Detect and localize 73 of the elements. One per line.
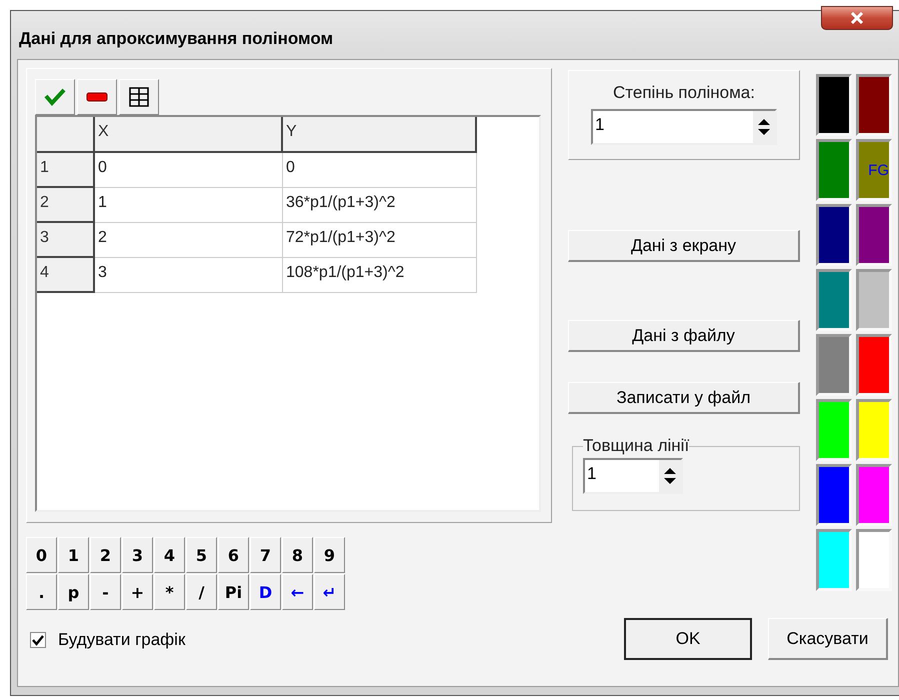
table-cell[interactable]: 3 bbox=[95, 258, 283, 293]
color-swatch[interactable] bbox=[816, 74, 852, 136]
table-cell[interactable]: 0 bbox=[283, 153, 477, 188]
color-swatch[interactable] bbox=[856, 464, 892, 526]
close-icon bbox=[850, 12, 864, 24]
degree-spinbox[interactable]: 1 bbox=[591, 109, 777, 145]
row-header[interactable]: 1 bbox=[37, 153, 95, 188]
keypad-key[interactable]: 0 bbox=[26, 537, 57, 573]
table-cell[interactable]: 108*p1/(p1+3)^2 bbox=[283, 258, 477, 293]
keypad-key[interactable]: 1 bbox=[58, 537, 89, 573]
keypad-key[interactable]: 7 bbox=[250, 537, 281, 573]
column-header[interactable]: Y bbox=[283, 117, 477, 153]
keypad-key[interactable]: * bbox=[154, 574, 185, 610]
window-title: Дані для апроксимування поліномом bbox=[19, 29, 334, 49]
dialog-button[interactable]: OK bbox=[624, 618, 752, 660]
color-swatch[interactable] bbox=[856, 204, 892, 266]
row-header[interactable]: 4 bbox=[37, 258, 95, 293]
table-cell[interactable]: 2 bbox=[95, 223, 283, 258]
keypad-key[interactable]: D bbox=[250, 574, 281, 610]
action-button[interactable]: Дані з екрану bbox=[568, 230, 800, 262]
table-icon bbox=[129, 87, 149, 107]
color-swatch[interactable] bbox=[856, 529, 892, 591]
keypad-key[interactable]: 2 bbox=[90, 537, 121, 573]
spin-arrows-icon[interactable] bbox=[659, 460, 681, 492]
action-button[interactable]: Дані з файлу bbox=[568, 320, 800, 352]
degree-label: Степінь полінома: bbox=[613, 83, 755, 103]
minus-icon bbox=[86, 92, 108, 102]
line-width-label: Товщина лінії bbox=[583, 436, 690, 456]
action-button[interactable]: Записати у файл bbox=[568, 382, 800, 414]
close-button[interactable] bbox=[821, 6, 893, 30]
color-swatch[interactable] bbox=[856, 269, 892, 331]
checkbox[interactable] bbox=[30, 632, 46, 648]
keypad-key[interactable]: 9 bbox=[314, 537, 345, 573]
color-swatch[interactable] bbox=[816, 204, 852, 266]
keypad-key[interactable]: 4 bbox=[154, 537, 185, 573]
color-swatch[interactable] bbox=[856, 399, 892, 461]
checkbox-label: Будувати графік bbox=[58, 630, 186, 650]
row-header[interactable]: 3 bbox=[37, 223, 95, 258]
color-swatch[interactable] bbox=[816, 139, 852, 201]
color-swatch[interactable] bbox=[816, 464, 852, 526]
table-cell[interactable]: 0 bbox=[95, 153, 283, 188]
corner-header bbox=[37, 117, 95, 153]
dialog-button[interactable]: Скасувати bbox=[768, 618, 888, 660]
table-cell[interactable]: 1 bbox=[95, 188, 283, 223]
color-swatch[interactable] bbox=[816, 399, 852, 461]
color-swatch[interactable] bbox=[816, 334, 852, 396]
keypad-key[interactable]: 6 bbox=[218, 537, 249, 573]
spin-arrows-icon[interactable] bbox=[753, 111, 775, 143]
keypad-key[interactable]: . bbox=[26, 574, 57, 610]
keypad-key[interactable]: 3 bbox=[122, 537, 153, 573]
keypad-key[interactable]: ← bbox=[282, 574, 313, 610]
table-cell[interactable]: 36*p1/(p1+3)^2 bbox=[283, 188, 477, 223]
keypad-key[interactable]: + bbox=[122, 574, 153, 610]
keypad-key[interactable]: 5 bbox=[186, 537, 217, 573]
color-swatch[interactable] bbox=[816, 269, 852, 331]
row-header[interactable]: 2 bbox=[37, 188, 95, 223]
table-cell[interactable]: 72*p1/(p1+3)^2 bbox=[283, 223, 477, 258]
color-swatch[interactable] bbox=[856, 334, 892, 396]
delete-row-button[interactable] bbox=[77, 79, 117, 115]
swatch-label: FG bbox=[868, 162, 889, 178]
confirm-button[interactable] bbox=[35, 79, 75, 115]
column-header[interactable]: X bbox=[95, 117, 283, 153]
keypad-key[interactable]: Pi bbox=[218, 574, 249, 610]
keypad-key[interactable]: p bbox=[58, 574, 89, 610]
check-icon bbox=[44, 88, 66, 106]
keypad-key[interactable]: ↵ bbox=[314, 574, 345, 610]
keypad-key[interactable]: 8 bbox=[282, 537, 313, 573]
line-width-spinbox[interactable]: 1 bbox=[583, 458, 683, 494]
color-swatch[interactable] bbox=[856, 74, 892, 136]
keypad-key[interactable]: / bbox=[186, 574, 217, 610]
table-button[interactable] bbox=[119, 79, 159, 115]
color-swatch[interactable] bbox=[816, 529, 852, 591]
keypad-key[interactable]: - bbox=[90, 574, 121, 610]
